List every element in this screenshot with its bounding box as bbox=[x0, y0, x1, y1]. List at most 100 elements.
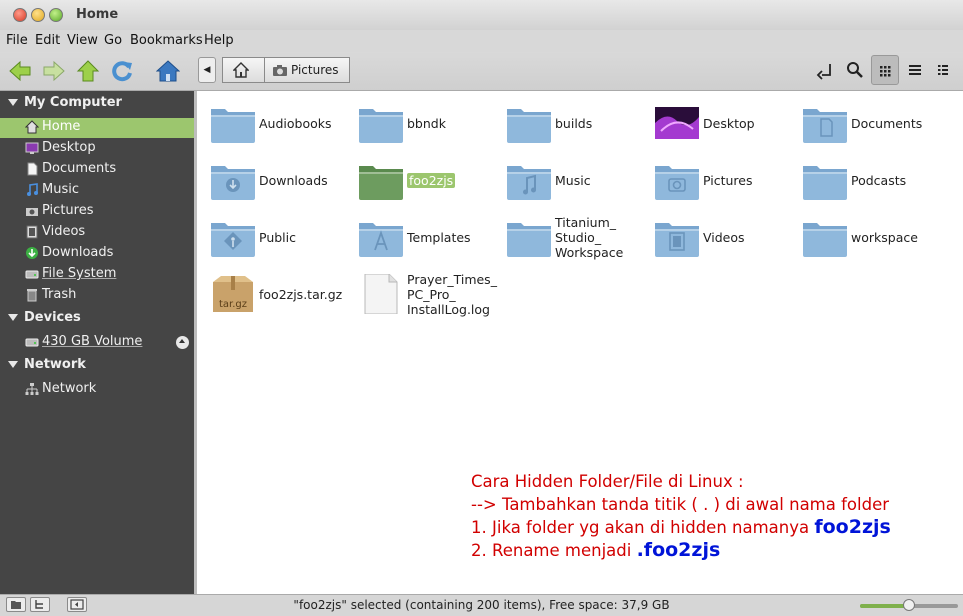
file-item[interactable]: Templates bbox=[345, 209, 493, 265]
drive-icon bbox=[25, 270, 39, 279]
zoom-slider[interactable] bbox=[860, 599, 958, 611]
back-icon[interactable] bbox=[8, 59, 32, 83]
documents-folder-icon bbox=[803, 109, 847, 143]
list-view-button[interactable] bbox=[901, 55, 929, 85]
maximize-window-button[interactable] bbox=[49, 8, 63, 22]
compact-view-button[interactable] bbox=[930, 55, 958, 85]
home-icon[interactable] bbox=[156, 59, 180, 83]
templates-folder-icon bbox=[359, 223, 403, 257]
download-icon bbox=[26, 247, 38, 259]
forward-icon[interactable] bbox=[42, 59, 66, 83]
compact-view-icon bbox=[938, 65, 948, 75]
toggle-location-button[interactable] bbox=[813, 55, 841, 85]
sidebar-item-desktop[interactable]: Desktop bbox=[0, 139, 194, 159]
menu-edit[interactable]: Edit bbox=[35, 33, 60, 48]
sidebar-item-pictures[interactable]: Pictures bbox=[0, 202, 194, 222]
home-icon bbox=[25, 120, 39, 134]
file-item[interactable]: Pictures bbox=[641, 152, 789, 208]
sidebar-item-downloads[interactable]: Downloads bbox=[0, 244, 194, 264]
file-item[interactable]: foo2zjs bbox=[345, 152, 493, 208]
menu-view[interactable]: View bbox=[67, 33, 98, 48]
file-name: Podcasts bbox=[851, 173, 907, 188]
file-name: Videos bbox=[703, 230, 745, 245]
folder-icon bbox=[803, 223, 847, 257]
section-title: Devices bbox=[24, 310, 81, 325]
zoom-slider-knob[interactable] bbox=[903, 599, 915, 611]
folder-icon bbox=[359, 166, 403, 200]
file-name: Pictures bbox=[703, 173, 753, 188]
file-item[interactable]: builds bbox=[493, 95, 641, 151]
videos-folder-icon bbox=[655, 223, 699, 257]
file-item[interactable]: Documents bbox=[789, 95, 937, 151]
film-icon bbox=[26, 225, 38, 239]
sidebar-item-label: Home bbox=[42, 119, 81, 134]
archive-icon: tar.gz bbox=[213, 276, 253, 312]
file-name: foo2zjs bbox=[407, 173, 456, 188]
menu-help[interactable]: Help bbox=[204, 33, 234, 48]
file-view[interactable]: Audiobooks bbndk builds Desktop Documents Dow… bbox=[197, 91, 963, 594]
menu-go[interactable]: Go bbox=[104, 33, 122, 48]
menu-bookmarks[interactable]: Bookmarks bbox=[130, 33, 203, 48]
text-file-icon bbox=[364, 274, 398, 314]
file-item[interactable]: Audiobooks bbox=[197, 95, 345, 151]
file-name: Templates bbox=[407, 230, 471, 245]
sidebar-section-devices[interactable]: Devices bbox=[0, 310, 194, 328]
file-item[interactable]: Music bbox=[493, 152, 641, 208]
file-item[interactable]: Podcasts bbox=[789, 152, 937, 208]
sidebar-item-volume[interactable]: 430 GB Volume bbox=[0, 333, 194, 353]
pictures-folder-icon bbox=[655, 166, 699, 200]
eject-icon[interactable] bbox=[176, 336, 189, 349]
list-view-icon bbox=[909, 65, 921, 75]
sidebar-section-network[interactable]: Network bbox=[0, 357, 194, 375]
search-icon bbox=[847, 62, 863, 78]
menu-file[interactable]: File bbox=[6, 33, 28, 48]
sidebar-item-videos[interactable]: Videos bbox=[0, 223, 194, 243]
reload-icon[interactable] bbox=[110, 59, 134, 83]
expand-triangle-icon bbox=[8, 361, 18, 368]
file-item[interactable]: Public bbox=[197, 209, 345, 265]
file-item[interactable]: workspace bbox=[789, 209, 937, 265]
file-item[interactable]: bbndk bbox=[345, 95, 493, 151]
breadcrumb-home[interactable] bbox=[222, 57, 268, 83]
location-toggle-icon bbox=[816, 64, 831, 80]
file-item[interactable]: tar.gz foo2zjs.tar.gz bbox=[197, 266, 345, 322]
sidebar-item-file-system[interactable]: File System bbox=[0, 265, 194, 285]
status-text: "foo2zjs" selected (containing 200 items… bbox=[293, 598, 670, 612]
section-title: My Computer bbox=[24, 95, 122, 110]
sidebar-item-home[interactable]: Home bbox=[0, 118, 194, 138]
archive-badge: tar.gz bbox=[219, 299, 247, 310]
sidebar: My Computer Home Desktop Documents Music… bbox=[0, 91, 194, 594]
sidebar-item-label: File System bbox=[42, 266, 117, 281]
annotation-new-name: .foo2zjs bbox=[636, 539, 721, 561]
file-item[interactable]: Videos bbox=[641, 209, 789, 265]
breadcrumb-pictures[interactable]: Pictures bbox=[264, 57, 350, 83]
sidebar-item-music[interactable]: Music bbox=[0, 181, 194, 201]
icon-view-button[interactable] bbox=[871, 55, 899, 85]
file-name: builds bbox=[555, 116, 593, 131]
file-name: bbndk bbox=[407, 116, 446, 131]
file-name: Music bbox=[555, 173, 591, 188]
file-item[interactable]: Prayer_Times_ PC_Pro_ InstallLog.log bbox=[345, 266, 497, 322]
folder-icon bbox=[211, 109, 255, 143]
path-scroll-left-button[interactable]: ◀ bbox=[198, 57, 216, 83]
sidebar-item-documents[interactable]: Documents bbox=[0, 160, 194, 180]
search-button[interactable] bbox=[841, 55, 869, 85]
file-item[interactable]: Titanium_ Studio_ Workspace bbox=[493, 209, 641, 265]
downloads-folder-icon bbox=[211, 166, 255, 200]
up-icon[interactable] bbox=[76, 59, 100, 83]
minimize-window-button[interactable] bbox=[31, 8, 45, 22]
sidebar-item-network[interactable]: Network bbox=[0, 380, 194, 400]
sidebar-item-label: Trash bbox=[42, 287, 77, 302]
file-item[interactable]: Downloads bbox=[197, 152, 345, 208]
file-name: Audiobooks bbox=[259, 116, 332, 131]
sidebar-item-label: 430 GB Volume bbox=[42, 334, 143, 349]
file-item[interactable]: Desktop bbox=[641, 95, 789, 151]
sidebar-item-trash[interactable]: Trash bbox=[0, 286, 194, 306]
section-title: Network bbox=[24, 357, 86, 372]
music-folder-icon bbox=[507, 166, 551, 200]
annotation-line-1: Cara Hidden Folder/File di Linux : bbox=[471, 472, 744, 491]
close-window-button[interactable] bbox=[13, 8, 27, 22]
trash-icon bbox=[27, 289, 37, 302]
grid-view-icon bbox=[880, 66, 891, 77]
sidebar-section-my-computer[interactable]: My Computer bbox=[0, 95, 194, 113]
